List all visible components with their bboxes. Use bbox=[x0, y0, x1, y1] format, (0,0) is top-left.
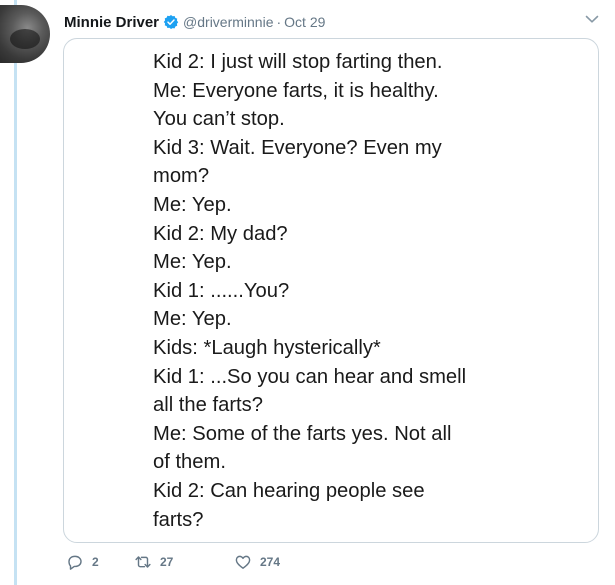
media-text-line: all the farts? bbox=[153, 394, 263, 417]
reply-button[interactable]: 2 bbox=[66, 552, 99, 572]
retweet-arrows-icon bbox=[135, 556, 151, 568]
media-text-line: Me: Everyone farts, it is healthy. bbox=[153, 79, 439, 102]
avatar[interactable] bbox=[0, 5, 50, 63]
heart-icon bbox=[235, 555, 251, 569]
media-text-line: of them. bbox=[153, 451, 226, 474]
media-text-line: Kid 2: My dad? bbox=[153, 222, 288, 245]
media-text-line: Kid 1: ......You? bbox=[153, 279, 290, 302]
media-text-line: Kid 1: ...So you can hear and smell bbox=[153, 365, 467, 388]
media-text-line: Kids: *Laugh hysterically* bbox=[153, 336, 381, 359]
chevron-down-icon[interactable] bbox=[585, 14, 599, 24]
tweet-media-image[interactable]: Kid 2: I just will stop farting then. Me… bbox=[63, 38, 599, 543]
separator-dot: · bbox=[276, 14, 282, 30]
media-text-line: You can’t stop. bbox=[153, 108, 285, 131]
media-text-line: Kid 3: Wait. Everyone? Even my bbox=[153, 136, 442, 159]
tweet-header: Minnie Driver @driverminnie · Oct 29 bbox=[64, 11, 325, 33]
media-text-line: Me: Yep. bbox=[153, 308, 232, 331]
retweet-count: 27 bbox=[160, 555, 174, 569]
media-text-line: Me: Some of the farts yes. Not all bbox=[153, 422, 452, 445]
retweet-button[interactable]: 27 bbox=[134, 552, 173, 572]
verified-badge-icon bbox=[163, 15, 179, 29]
media-text: Kid 2: I just will stop farting then. Me… bbox=[153, 48, 593, 534]
tweet-actions: 2 27 274 bbox=[66, 552, 366, 572]
media-text-line: Kid 2: Can hearing people see bbox=[153, 479, 425, 502]
author-handle[interactable]: @driverminnie bbox=[183, 14, 273, 30]
tweet-screenshot: Minnie Driver @driverminnie · Oct 29 Kid… bbox=[0, 0, 615, 585]
author-name[interactable]: Minnie Driver bbox=[64, 14, 159, 31]
media-text-line: Me: Yep. bbox=[153, 193, 232, 216]
media-text-line: farts? bbox=[153, 508, 204, 531]
media-text-line: Me: Yep. bbox=[153, 251, 232, 274]
tweet-date[interactable]: Oct 29 bbox=[284, 14, 325, 30]
like-count: 274 bbox=[260, 555, 281, 569]
reply-count: 2 bbox=[92, 555, 99, 569]
like-button[interactable]: 274 bbox=[234, 552, 280, 572]
media-text-line: mom? bbox=[153, 165, 210, 188]
thread-line bbox=[14, 0, 17, 585]
reply-bubble-icon bbox=[68, 555, 82, 570]
media-text-line: Kid 2: I just will stop farting then. bbox=[153, 51, 443, 73]
